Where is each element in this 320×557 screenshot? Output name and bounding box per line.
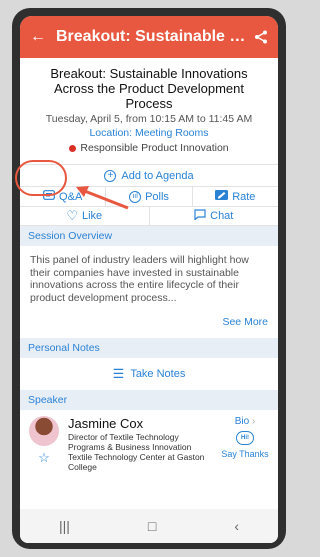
page-title: Breakout: Sustainable In… — [56, 28, 246, 45]
see-more-link[interactable]: See More — [20, 310, 278, 338]
bio-label: Bio — [234, 416, 250, 427]
social-row: ♡ Like Chat — [20, 206, 278, 226]
home-icon[interactable]: □ — [148, 518, 156, 534]
speaker-title: Director of Textile Technology Programs … — [68, 432, 205, 472]
pointer-arrow-icon — [76, 186, 129, 210]
system-nav-bar: ||| □ ‹ — [20, 509, 278, 543]
notes-section-header: Personal Notes — [20, 338, 278, 358]
share-icon[interactable] — [246, 30, 268, 44]
rate-button[interactable]: Rate — [193, 187, 278, 206]
track-label: Responsible Product Innovation — [80, 142, 229, 154]
rate-label: Rate — [232, 190, 256, 203]
chat-icon — [194, 209, 206, 223]
session-location-link[interactable]: Location: Meeting Rooms — [30, 127, 268, 139]
speaker-name: Jasmine Cox — [68, 416, 144, 431]
rate-icon — [215, 190, 229, 203]
speaker-section-header: Speaker — [20, 390, 278, 410]
star-icon[interactable]: ☆ — [38, 450, 50, 466]
recent-apps-icon[interactable]: ||| — [59, 518, 70, 534]
take-notes-button[interactable]: ☰ Take Notes — [20, 358, 278, 390]
arrow-back-icon[interactable]: ← — [30, 28, 56, 46]
polls-label: Polls — [145, 190, 169, 203]
track-color-dot — [69, 144, 77, 152]
speaker-side-actions: Bio › Hi! Say Thanks — [220, 416, 270, 472]
add-to-agenda-label: Add to Agenda — [121, 169, 194, 182]
speaker-info: Jasmine Cox Director of Textile Technolo… — [68, 416, 212, 472]
session-date: Tuesday, April 5, from 10:15 AM to 11:45… — [45, 113, 253, 125]
speaker-card[interactable]: ☆ Jasmine Cox Director of Textile Techno… — [20, 410, 278, 478]
chevron-right-icon: › — [251, 416, 256, 427]
plus-circle-icon: + — [104, 169, 117, 182]
session-track: Responsible Product Innovation — [30, 142, 268, 154]
bio-link[interactable]: Bio › — [235, 416, 256, 427]
say-hi-icon[interactable]: Hi! — [236, 431, 254, 445]
session-overview-text: This panel of industry leaders will high… — [30, 254, 249, 304]
say-thanks-button[interactable]: Say Thanks — [221, 449, 268, 459]
chat-button[interactable]: Chat — [150, 207, 279, 225]
chat-label: Chat — [210, 210, 234, 222]
avatar — [29, 416, 59, 446]
session-title: Breakout: Sustainable Innovations Across… — [50, 66, 248, 111]
session-header: Breakout: Sustainable Innovations Across… — [20, 58, 278, 158]
speaker-avatar-column: ☆ — [28, 416, 60, 472]
notes-lines-icon: ☰ — [112, 366, 125, 381]
app-bar: ← Breakout: Sustainable In… — [20, 16, 278, 58]
take-notes-label: Take Notes — [130, 368, 186, 380]
app-screen: ← Breakout: Sustainable In… Breakout: Su… — [20, 16, 278, 543]
qa-highlight-circle — [15, 160, 67, 196]
overview-section-header: Session Overview — [20, 226, 278, 246]
back-icon[interactable]: ‹ — [234, 518, 239, 534]
